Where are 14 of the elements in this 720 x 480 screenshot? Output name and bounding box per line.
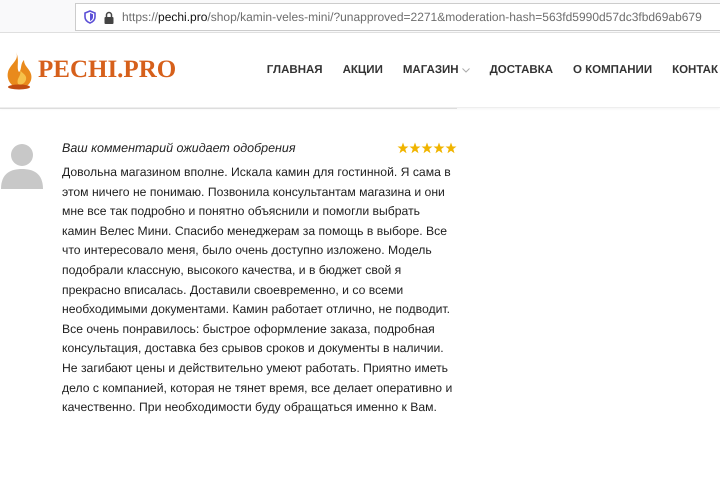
nav-link[interactable]: ДОСТАВКА [490, 64, 553, 76]
review-text: Довольна магазином вполне. Искала камин для гостинной. Я сама в этом ничего не понимаю. Позвонила консультантам магазина и они мне все так подробно и понятно объяснили и помогли выбрать камин Велес Мини. Спасибо менеджерам за помощь в выборе. Все что интересовало меня, было очень доступно изложено. Модель подобрали классную, высокого качества, и в бюджет свой я прекрасно вписалась. Доставили своевременно, и со всеми необходимыми документами. Камин работает отлично, не подводит. Все очень понравилось: быстрое оформление заказа, подробная консультация, доставка без срывов сроков и документы в наличии. Не загибают цены и действительно умеют работать. Приятно иметь дело с компанией, которая не тянет время, все делает оперативно и качественно. При необходимости буду обращаться именно к Вам. [62, 164, 454, 416]
nav-link[interactable]: ГЛАВНАЯ [266, 64, 323, 76]
nav-link[interactable]: КОНТАК [672, 64, 718, 76]
nav-link[interactable]: О КОМПАНИИ [573, 64, 652, 76]
moderation-notice: Ваш комментарий ожидает одобрения [62, 141, 296, 155]
lock-icon [104, 10, 114, 24]
caret-icon [462, 68, 470, 72]
nav-link[interactable]: МАГАЗИН [402, 64, 470, 76]
nav-link[interactable]: АКЦИИ [342, 64, 383, 76]
shield-icon[interactable] [84, 10, 96, 24]
address-bar[interactable]: https://pechi.pro/shop/kamin-veles-mini/?unapproved=2271&moderation-hash=563fd5990d57dc3fbd69ab679 [75, 3, 720, 31]
logo-text[interactable]: PECHI.PRO [38, 56, 176, 84]
address-text: https://pechi.pro/shop/kamin-veles-mini/?unapproved=2271&moderation-hash=563fd5990d57dc3fbd69ab679 [122, 10, 702, 24]
